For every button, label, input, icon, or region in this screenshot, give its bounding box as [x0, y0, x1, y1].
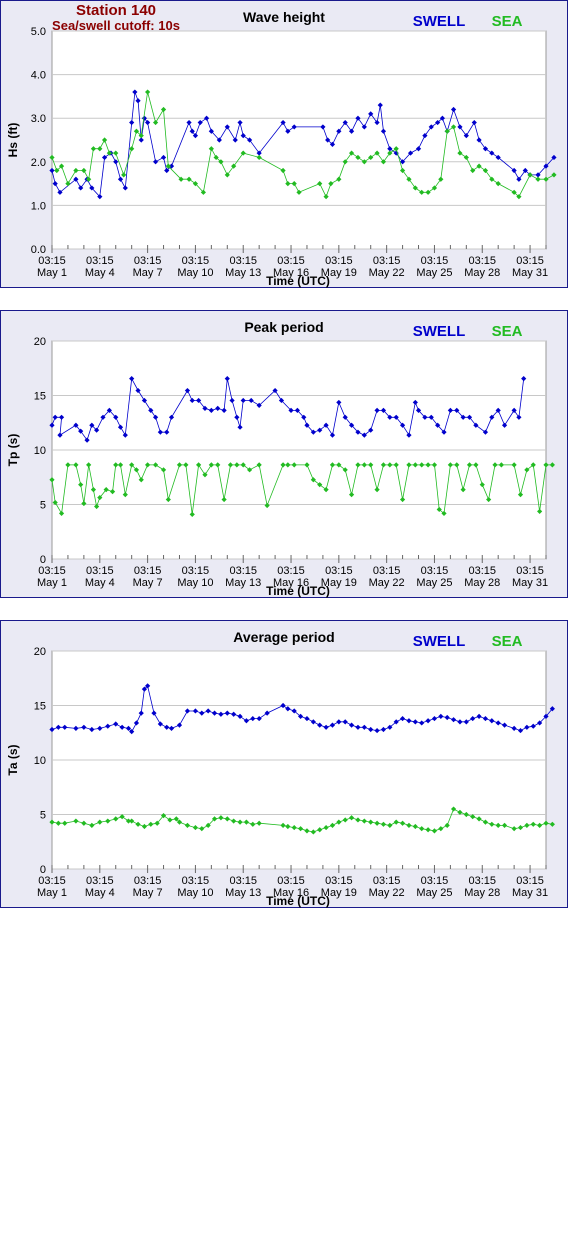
x-tick-date: May 1	[37, 267, 67, 279]
sea-point	[551, 172, 557, 178]
chart-title: Average period	[233, 629, 334, 645]
sea-point	[549, 821, 555, 827]
x-tick-date: May 4	[85, 577, 115, 589]
legend-sea: SEA	[492, 323, 523, 340]
x-tick-time: 03:15	[373, 875, 401, 887]
legend-swell: SWELL	[413, 13, 466, 30]
x-tick-date: May 4	[85, 887, 115, 899]
x-tick-time: 03:15	[134, 565, 162, 577]
x-axis-label: Time (UTC)	[266, 274, 330, 288]
x-tick-time: 03:15	[468, 255, 496, 267]
x-tick-time: 03:15	[421, 875, 449, 887]
x-tick-time: 03:15	[229, 875, 257, 887]
y-tick-label: 10	[34, 755, 46, 767]
x-tick-date: May 28	[464, 267, 500, 279]
x-tick-time: 03:15	[373, 255, 401, 267]
y-tick-label: 15	[34, 391, 46, 403]
y-tick-label: 10	[34, 445, 46, 457]
legend-sea: SEA	[492, 633, 523, 650]
x-tick-time: 03:15	[277, 875, 305, 887]
x-tick-date: May 28	[464, 887, 500, 899]
x-tick-date: May 31	[512, 887, 548, 899]
x-tick-time: 03:15	[229, 565, 257, 577]
x-tick-date: May 7	[133, 577, 163, 589]
y-tick-label: 5.0	[31, 26, 46, 38]
x-tick-time: 03:15	[277, 565, 305, 577]
x-tick-time: 03:15	[182, 875, 210, 887]
x-tick-time: 03:15	[134, 255, 162, 267]
y-axis-label: Tp (s)	[6, 434, 20, 467]
x-tick-date: May 31	[512, 577, 548, 589]
legend-swell: SWELL	[413, 323, 466, 340]
x-tick-time: 03:15	[421, 565, 449, 577]
peak-period-chart: 0510152003:15May 103:15May 403:15May 703…	[6, 319, 555, 598]
x-tick-date: May 13	[225, 887, 261, 899]
legend-swell: SWELL	[413, 633, 466, 650]
x-tick-time: 03:15	[516, 565, 544, 577]
x-tick-date: May 28	[464, 577, 500, 589]
x-tick-date: May 25	[416, 887, 452, 899]
x-tick-time: 03:15	[182, 255, 210, 267]
x-tick-date: May 10	[177, 577, 213, 589]
x-tick-date: May 25	[416, 267, 452, 279]
x-tick-date: May 25	[416, 577, 452, 589]
plot-area	[51, 30, 547, 250]
y-tick-label: 20	[34, 646, 46, 658]
y-tick-label: 5	[40, 810, 46, 822]
x-tick-date: May 1	[37, 577, 67, 589]
x-tick-time: 03:15	[468, 875, 496, 887]
x-tick-date: May 10	[177, 887, 213, 899]
peak-period-panel: 0 5 10 15 20 03:15 May 1 03:15 May 4 03:15 May 7 03…	[0, 310, 568, 598]
y-tick-label: 2.0	[31, 157, 46, 169]
y-tick-label: 4.0	[31, 70, 46, 82]
x-tick-time: 03:15	[277, 255, 305, 267]
x-tick-time: 03:15	[86, 875, 114, 887]
x-tick-time: 03:15	[134, 875, 162, 887]
x-tick-date: May 13	[225, 267, 261, 279]
y-axis-label: Hs (ft)	[6, 123, 20, 158]
average-period-chart: 0510152003:15May 103:15May 403:15May 703…	[6, 629, 555, 908]
x-tick-time: 03:15	[325, 875, 353, 887]
x-tick-time: 03:15	[86, 255, 114, 267]
y-tick-label: 5	[40, 500, 46, 512]
y-tick-label: 20	[34, 336, 46, 348]
x-tick-time: 03:15	[325, 565, 353, 577]
x-tick-date: May 31	[512, 267, 548, 279]
chart-title: Wave height	[243, 9, 325, 25]
x-tick-time: 03:15	[229, 255, 257, 267]
average-period-panel: 0 5 10 15 20 03:15 May 1 03:15 May 4 03:15 May 7 03…	[0, 620, 568, 908]
x-tick-time: 03:15	[182, 565, 210, 577]
x-axis-label: Time (UTC)	[266, 894, 330, 908]
x-tick-time: 03:15	[38, 255, 66, 267]
x-tick-time: 03:15	[38, 875, 66, 887]
chart-title: Peak period	[244, 319, 323, 335]
x-tick-date: May 13	[225, 577, 261, 589]
x-tick-time: 03:15	[516, 255, 544, 267]
y-tick-label: 15	[34, 701, 46, 713]
x-tick-date: May 7	[133, 887, 163, 899]
wave-height-chart: 0.01.02.03.04.05.003:15May 103:15May 403…	[6, 9, 557, 288]
x-tick-date: May 22	[369, 887, 405, 899]
y-tick-label: 1.0	[31, 200, 46, 212]
y-axis-label: Ta (s)	[6, 744, 20, 775]
x-tick-time: 03:15	[325, 255, 353, 267]
x-axis-label: Time (UTC)	[266, 584, 330, 598]
x-tick-time: 03:15	[373, 565, 401, 577]
x-tick-date: May 22	[369, 267, 405, 279]
x-tick-time: 03:15	[516, 875, 544, 887]
x-tick-time: 03:15	[468, 565, 496, 577]
x-tick-time: 03:15	[421, 255, 449, 267]
y-tick-label: 3.0	[31, 113, 46, 125]
x-tick-date: May 22	[369, 577, 405, 589]
x-tick-time: 03:15	[86, 565, 114, 577]
wave-height-panel: Station 140 Sea/swell cutoff: 10s 0.0 1.0…	[0, 0, 568, 288]
legend-sea: SEA	[492, 13, 523, 30]
x-tick-date: May 1	[37, 887, 67, 899]
sea-point	[549, 462, 555, 468]
x-tick-date: May 4	[85, 267, 115, 279]
x-tick-time: 03:15	[38, 565, 66, 577]
x-tick-date: May 10	[177, 267, 213, 279]
x-tick-date: May 7	[133, 267, 163, 279]
